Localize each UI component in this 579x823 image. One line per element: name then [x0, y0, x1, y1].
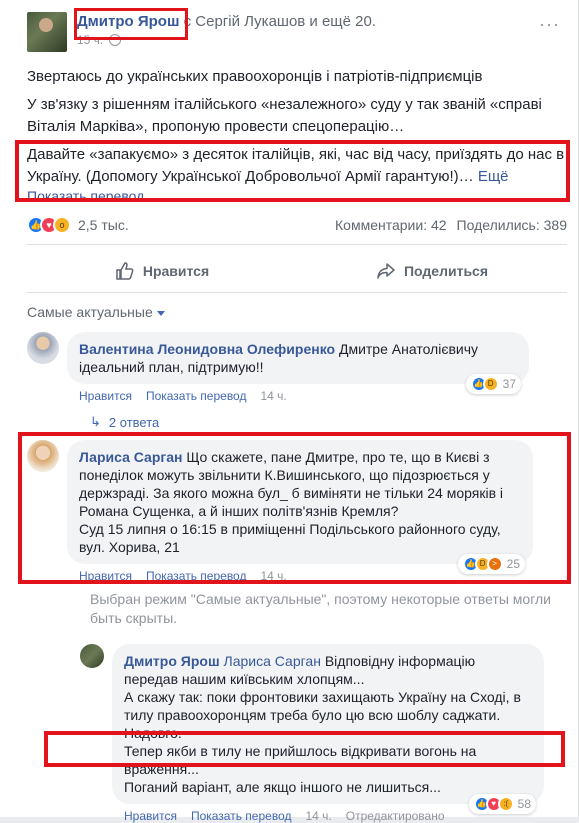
comment-time[interactable]: 14 ч. [305, 809, 331, 823]
tagged-people[interactable]: с Сергій Лукашов и ещё 20. [184, 13, 376, 30]
view-replies-link[interactable]: ↳ 2 ответа [90, 414, 159, 430]
mention-link[interactable]: Лариса Сарган [224, 653, 321, 669]
comment-translate-link[interactable]: Показать перевод [191, 809, 292, 823]
edited-label[interactable]: Отредактировано [346, 809, 445, 823]
share-button[interactable]: Поделиться [297, 253, 567, 289]
reactions-count[interactable]: 2,5 тыс. [78, 217, 129, 233]
highlight-box [44, 731, 565, 767]
hidden-replies-note: Выбран режим "Самые актуальные", поэтому… [90, 591, 551, 626]
comment-like-link[interactable]: Нравится [124, 809, 177, 823]
more-options-icon[interactable]: ··· [539, 14, 560, 35]
comments-count[interactable]: Комментарии: 42 [335, 217, 447, 233]
comment-filter[interactable]: Самые актуальные [27, 304, 165, 320]
post-paragraph: Звертаюсь до українських правоохоронців … [27, 68, 483, 85]
comment-author[interactable]: Валентина Леонидовна Олефиренко [79, 341, 335, 357]
reaction-icons[interactable]: 👍 ♥ o [27, 216, 71, 234]
post-paragraph: У зв'язку з рішенням італійського «незал… [27, 96, 542, 135]
wow-icon: o [53, 216, 71, 234]
comment-reactions[interactable]: 👍 D 37 [465, 374, 521, 394]
reactions-bar: 👍 ♥ o 2,5 тыс. Комментарии: 42 Поделилис… [27, 216, 567, 234]
highlight-box [15, 140, 570, 202]
shares-count[interactable]: Поделились: 389 [457, 217, 567, 233]
highlight-box [18, 432, 571, 584]
comment-text: Поганий варіант, але якщо іншого не лиши… [124, 779, 441, 795]
divider [27, 292, 567, 293]
caret-down-icon [156, 310, 165, 316]
action-bar: Нравится Поделиться [27, 253, 567, 289]
author-avatar[interactable] [27, 12, 67, 52]
comment-bubble: Дмитро Ярош Лариса Сарган Відповідну інф… [112, 644, 544, 814]
comment-author[interactable]: Дмитро Ярош [124, 653, 220, 669]
comment-translate-link[interactable]: Показать перевод [146, 389, 247, 403]
post-card: Дмитро Ярош с Сергій Лукашов и ещё 20. 1… [0, 0, 579, 823]
share-icon [377, 263, 395, 279]
highlight-box [74, 8, 188, 40]
divider [27, 244, 567, 245]
avatar[interactable] [80, 644, 104, 668]
comment-text: А скажу так: поки фронтовики захищають У… [124, 689, 521, 723]
comment-time[interactable]: 14 ч. [260, 389, 286, 403]
reply-arrow-icon: ↳ [90, 414, 101, 429]
comment-like-link[interactable]: Нравится [79, 389, 132, 403]
comment-bubble: Валентина Леонидовна Олефиренко Дмитре А… [67, 332, 529, 394]
avatar[interactable] [27, 332, 59, 364]
like-button[interactable]: Нравится [27, 253, 297, 289]
comment-reactions[interactable]: 👍 ♥ :( 58 [468, 794, 536, 814]
sad-icon: :( [497, 796, 514, 812]
comment: Валентина Леонидовна Олефиренко Дмитре А… [27, 332, 529, 403]
thumbs-up-icon [116, 262, 134, 280]
haha-icon: D [482, 376, 499, 392]
